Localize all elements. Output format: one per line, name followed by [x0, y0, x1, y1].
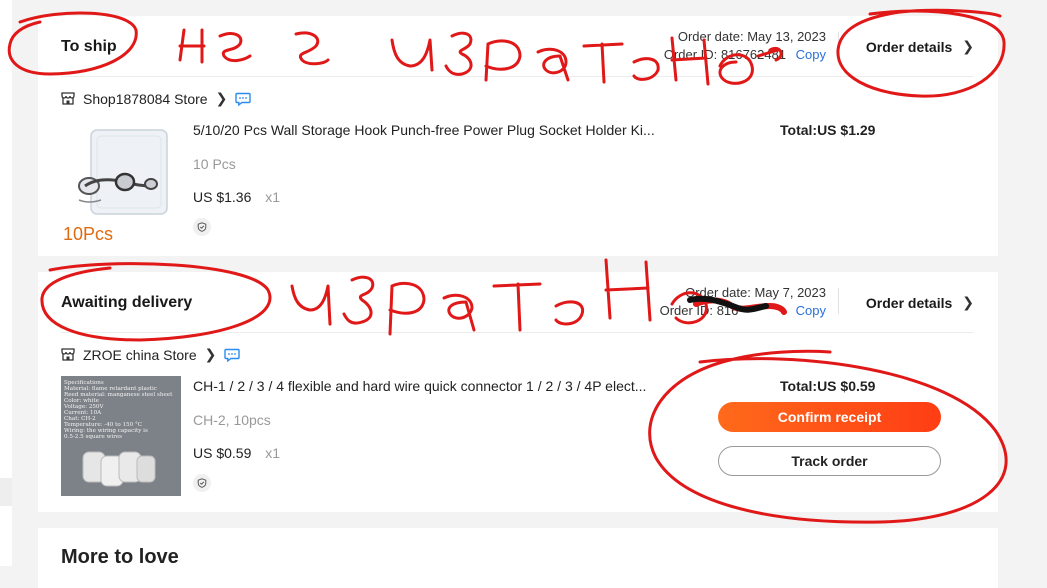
wire-connector-image: Specifications Material: flame retardant…	[61, 376, 181, 496]
details-divider	[838, 288, 839, 314]
order-total: Total:US $0.59	[780, 378, 876, 394]
product-quantity: x1	[265, 445, 281, 461]
store-name: ZROE china Store	[83, 346, 197, 363]
product-quantity: x1	[265, 189, 281, 205]
order-details-label: Order details	[865, 38, 953, 55]
order-date: Order date: May 7, 2023	[685, 285, 826, 300]
wall-hook-image: 10Pcs	[61, 124, 181, 244]
product-price-row: US $0.59 x1	[193, 445, 280, 461]
chat-icon[interactable]	[235, 92, 251, 106]
chevron-right-icon: ❯	[962, 294, 974, 310]
order-card: Awaiting delivery Order date: May 7, 202…	[38, 272, 998, 512]
track-order-button[interactable]: Track order	[718, 446, 941, 476]
product-title[interactable]: 5/10/20 Pcs Wall Storage Hook Punch-free…	[193, 122, 673, 138]
product-price-row: US $1.36 x1	[193, 189, 280, 205]
product-title[interactable]: CH-1 / 2 / 3 / 4 flexible and hard wire …	[193, 378, 673, 394]
order-id-row: Order ID: 816762481 Copy	[664, 46, 826, 64]
order-details-link[interactable]: Order details ❯	[866, 38, 974, 55]
copy-order-id-link[interactable]: Copy	[796, 47, 826, 62]
order-id-label: Order ID:	[663, 47, 718, 62]
left-panel-divider	[0, 478, 12, 506]
store-row[interactable]: ZROE china Store ❯	[61, 346, 241, 363]
order-details-link[interactable]: Order details ❯	[866, 294, 974, 311]
chevron-right-icon: ❯	[215, 90, 228, 106]
details-divider	[838, 32, 839, 58]
product-variant: 10 Pcs	[193, 156, 236, 172]
confirm-receipt-button[interactable]: Confirm receipt	[718, 402, 941, 432]
product-thumbnail[interactable]: 10Pcs	[61, 124, 181, 244]
order-card: To ship Order date: May 13, 2023 Order I…	[38, 16, 998, 256]
order-id-row: Order ID: 816 Copy	[660, 302, 826, 320]
shield-icon	[193, 474, 211, 492]
shield-icon	[193, 218, 211, 236]
store-icon	[61, 92, 75, 105]
chevron-right-icon: ❯	[962, 38, 974, 54]
order-meta: Order date: May 7, 2023 Order ID: 816 Co…	[660, 284, 826, 320]
order-id-value: 816762481	[720, 47, 787, 62]
order-details-label: Order details	[865, 294, 953, 311]
svg-text:10Pcs: 10Pcs	[63, 224, 113, 244]
order-status: Awaiting delivery	[61, 294, 193, 311]
product-variant: CH-2, 10pcs	[193, 412, 271, 428]
order-id-label: Order ID:	[659, 303, 714, 318]
order-total: Total:US $1.29	[780, 122, 876, 138]
store-row[interactable]: Shop1878084 Store ❯	[61, 90, 251, 107]
store-icon	[61, 348, 75, 361]
order-status: To ship	[61, 38, 117, 55]
recommendations-section: More to love	[38, 528, 998, 588]
product-thumbnail[interactable]: Specifications Material: flame retardant…	[61, 376, 181, 496]
store-name: Shop1878084 Store	[83, 90, 208, 107]
product-price: US $0.59	[193, 445, 252, 461]
product-price: US $1.36	[193, 189, 252, 205]
copy-order-id-link[interactable]: Copy	[796, 303, 826, 318]
chevron-right-icon: ❯	[204, 346, 217, 362]
header-divider	[61, 76, 974, 77]
order-meta: Order date: May 13, 2023 Order ID: 81676…	[664, 28, 826, 64]
header-divider	[61, 332, 974, 333]
order-date: Order date: May 13, 2023	[677, 29, 826, 44]
order-id-value: 816	[716, 303, 739, 318]
chat-icon[interactable]	[224, 348, 241, 362]
